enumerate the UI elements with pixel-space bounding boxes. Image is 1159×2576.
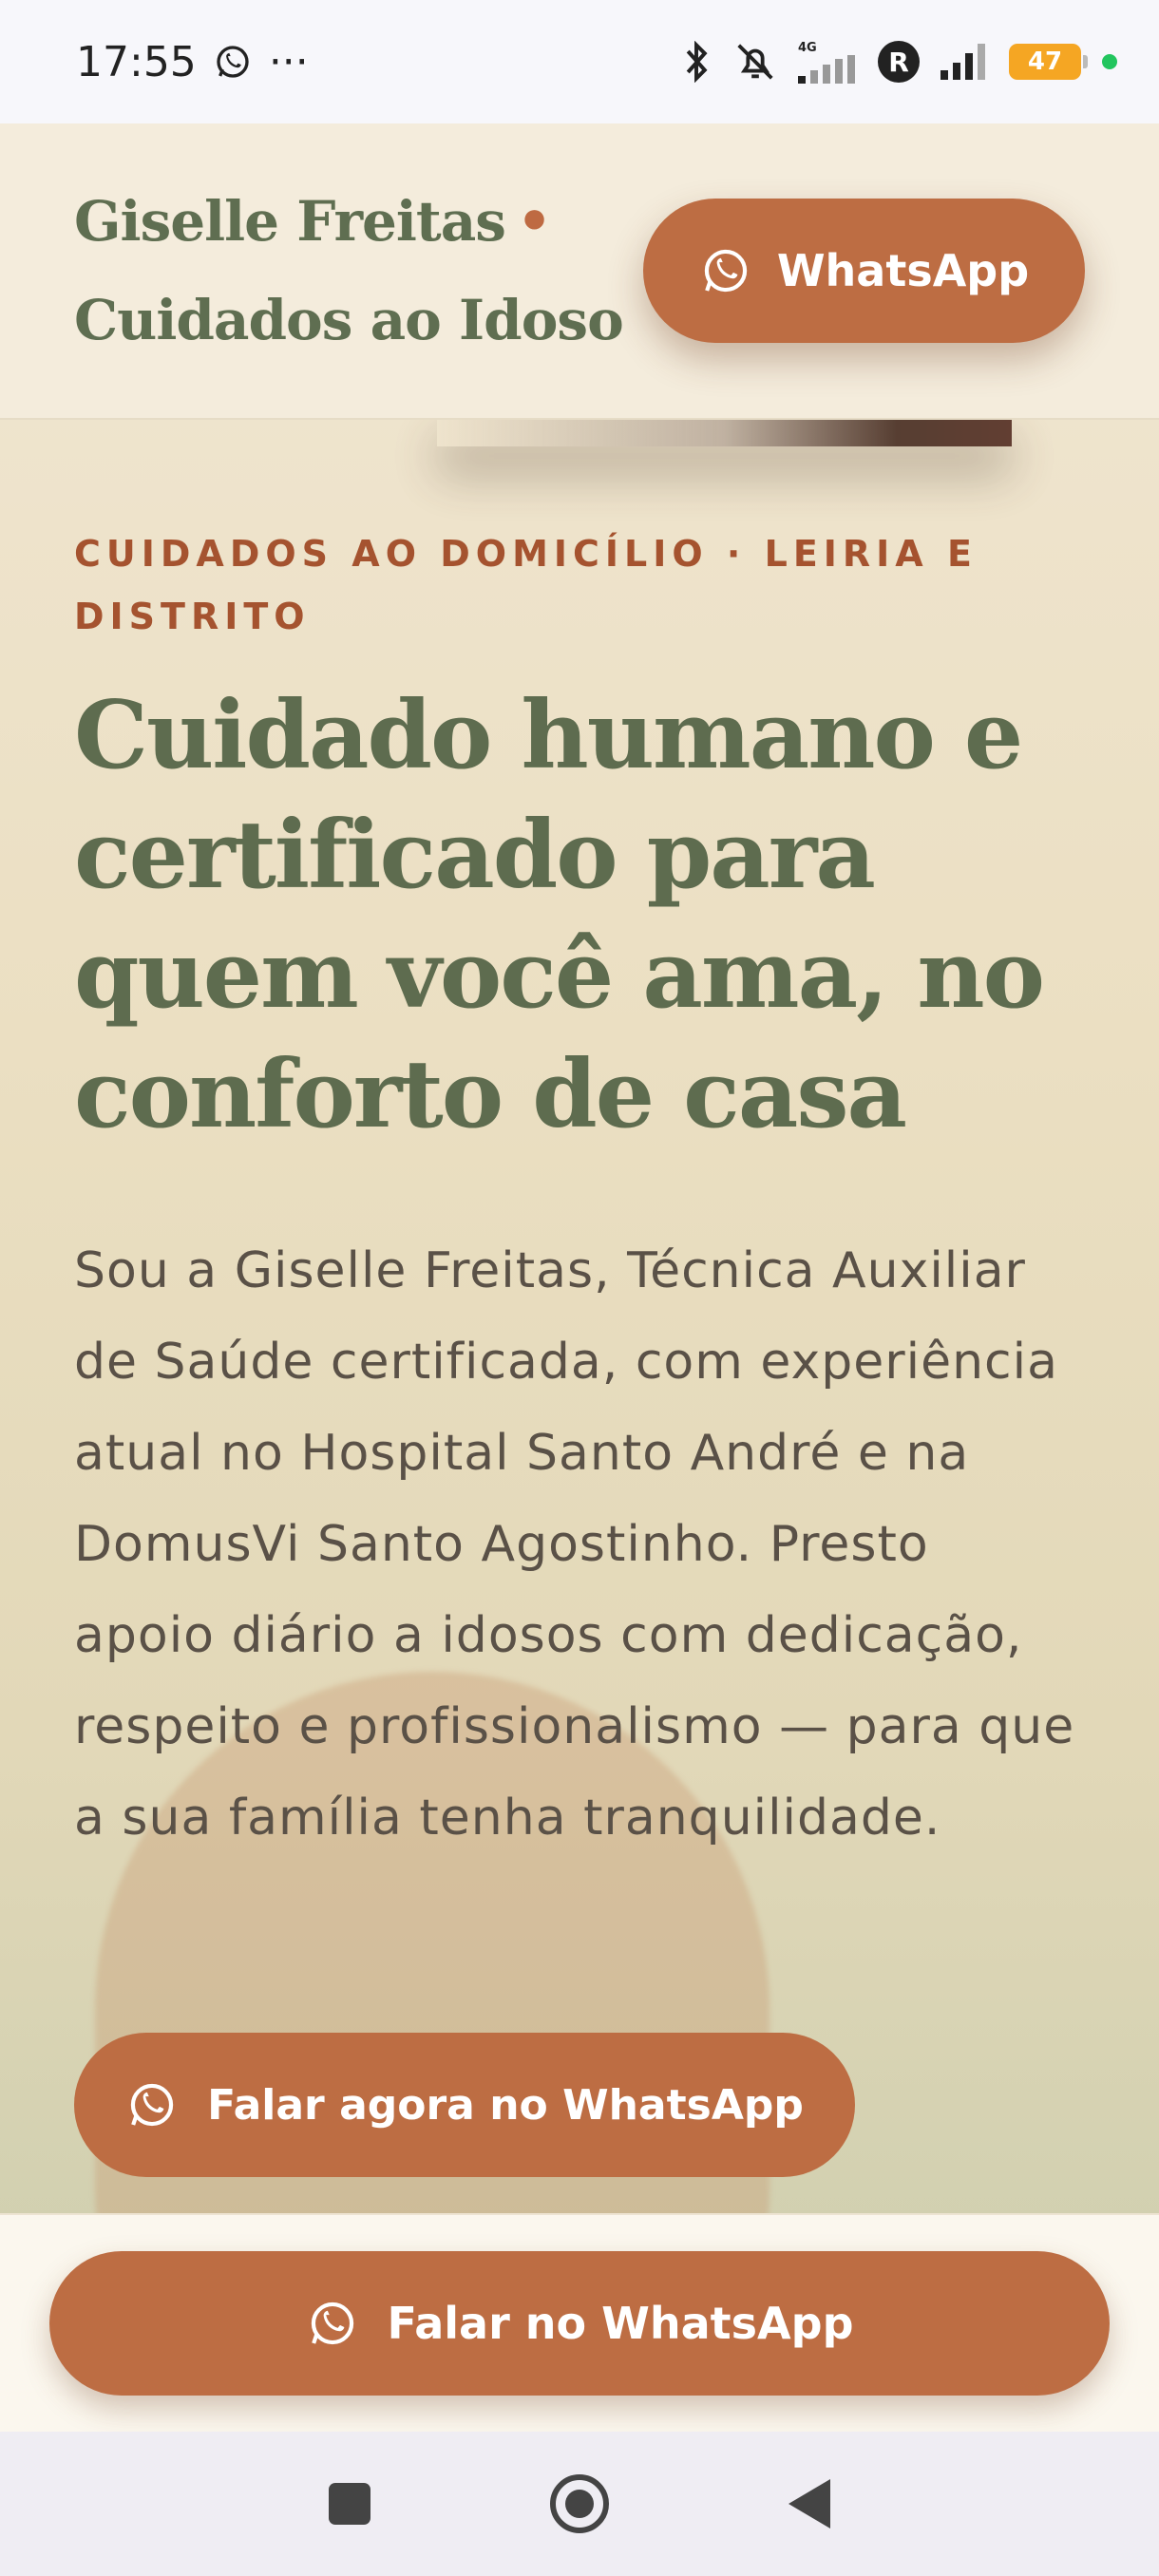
brand-logo[interactable]: Giselle Freitas • Cuidados ao Idoso [74,172,624,369]
site-header: Giselle Freitas • Cuidados ao Idoso Whats… [0,123,1159,420]
whatsapp-icon [306,2297,359,2350]
more-notifications-icon: ··· [268,37,309,86]
mobile-data-signal-icon: 4G [798,41,857,84]
status-bar: 17:55 ··· 4G R 47 [0,0,1159,123]
hero-title: Cuidado humano e certificado para quem v… [74,681,1045,1149]
hero-description: Sou a Giselle Freitas, Técnica Auxiliar … [74,1242,1075,1847]
web-page[interactable]: Giselle Freitas • Cuidados ao Idoso Whats… [0,123,1159,2432]
bell-off-icon [733,40,777,84]
back-button[interactable] [775,2470,844,2538]
network-type-label: 4G [798,40,817,55]
privacy-indicator-dot [1102,54,1117,69]
signal-icon [940,44,988,80]
battery-icon: 47 [1009,44,1088,80]
home-icon [550,2474,609,2533]
whatsapp-icon [699,244,752,297]
whatsapp-notification-icon [214,43,252,81]
hero-whatsapp-label: Falar agora no WhatsApp [207,2080,804,2130]
recents-icon [329,2483,370,2525]
system-navigation-bar [0,2432,1159,2576]
sticky-whatsapp-button[interactable]: Falar no WhatsApp [49,2251,1110,2396]
header-whatsapp-label: WhatsApp [776,245,1030,296]
recents-button[interactable] [315,2470,384,2538]
brand-name: Giselle Freitas [74,189,506,254]
clock: 17:55 [76,37,197,86]
sticky-whatsapp-label: Falar no WhatsApp [387,2298,854,2349]
bluetooth-icon [680,41,712,83]
home-button[interactable] [545,2470,614,2538]
profile-badge: R [878,41,920,83]
header-whatsapp-button[interactable]: WhatsApp [643,199,1085,343]
brand-separator: • [516,189,552,254]
hero-eyebrow: CUIDADOS AO DOMICÍLIO · LEIRIA E DISTRIT… [74,533,978,637]
sticky-cta-bar: Falar no WhatsApp [0,2213,1159,2432]
brand-tagline: Cuidados ao Idoso [74,288,624,352]
battery-level: 47 [1027,47,1063,76]
hero-whatsapp-button[interactable]: Falar agora no WhatsApp [74,2033,855,2177]
phone-screen: 17:55 ··· 4G R 47 Giselle Freitas • Cuid… [0,0,1159,2576]
back-icon [788,2479,830,2529]
whatsapp-icon [125,2078,179,2131]
